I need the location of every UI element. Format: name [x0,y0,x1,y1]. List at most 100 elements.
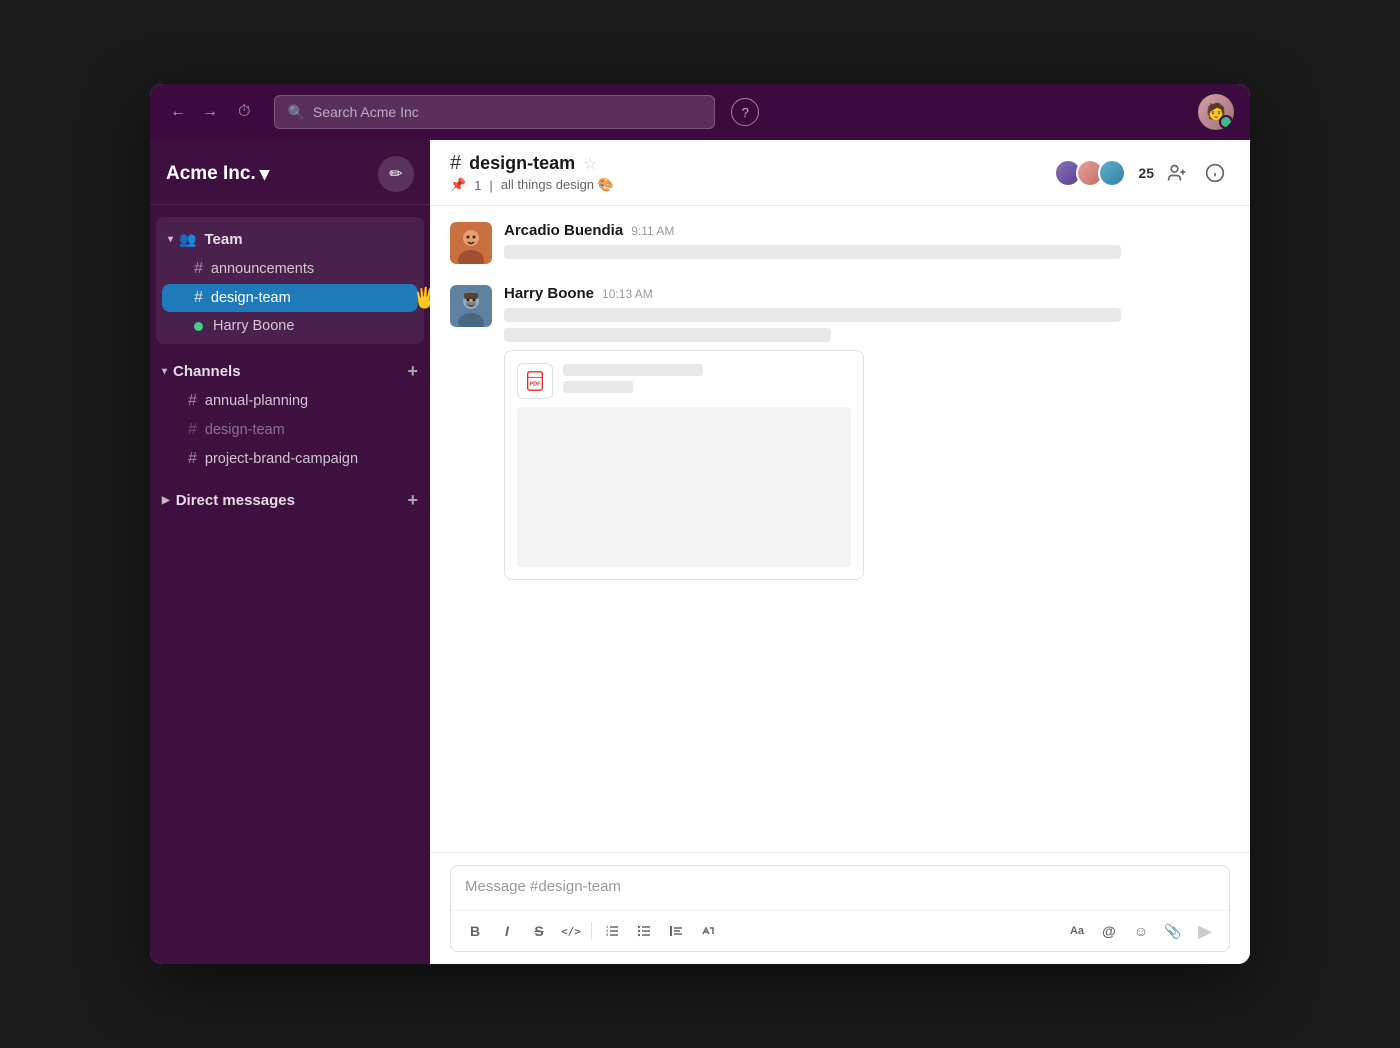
block-quote-button[interactable] [662,917,690,945]
message-input-area: Message #design-team B I S </> 1 [430,852,1250,964]
info-button[interactable] [1200,158,1230,188]
message-time-harry: 10:13 AM [602,287,653,301]
channels-section-header[interactable]: ▾ Channels + [150,356,430,386]
avatar-face: 🧑 [1198,94,1234,130]
add-channel-button[interactable]: + [407,362,418,380]
channel-label: design-team [211,290,291,306]
forward-button[interactable]: → [198,99,222,125]
message-author-harry: Harry Boone [504,285,594,302]
drag-cursor-icon: 🖐 [413,286,430,311]
add-member-button[interactable] [1162,158,1192,188]
svg-text:3: 3 [606,932,609,937]
font-size-button[interactable]: Aa [1063,917,1091,945]
message-input[interactable]: Message #design-team [451,866,1229,910]
hash-icon: # [188,421,197,439]
pin-icon: 📌 [450,177,466,193]
user-avatar[interactable]: 🧑 [1198,94,1234,130]
history-button[interactable]: ⏱ [234,99,254,125]
member-count: 25 [1138,165,1154,181]
channel-label: design-team [205,422,285,438]
compose-button[interactable]: ✏ [378,156,414,192]
message-arcadio: Arcadio Buendia 9:11 AM [450,222,1230,265]
bullet-list-button[interactable] [630,917,658,945]
meta-separator: | [489,178,492,193]
star-icon[interactable]: ☆ [583,154,597,174]
hash-icon: # [188,392,197,410]
team-chevron-icon: ▾ [168,234,173,245]
input-toolbar: B I S </> 1 2 3 [451,910,1229,951]
search-icon: 🔍 [287,104,304,121]
team-section-label: Team [204,231,242,248]
search-bar[interactable]: 🔍 [274,95,715,129]
dm-chevron-icon: ▶ [162,495,170,506]
channel-label: announcements [211,261,314,277]
channel-label: project-brand-campaign [205,451,358,467]
sidebar-item-announcements[interactable]: # announcements [162,255,418,283]
toolbar-separator-1 [591,922,592,940]
sidebar-item-project-brand[interactable]: # project-brand-campaign [156,445,424,473]
messages-list: Arcadio Buendia 9:11 AM [430,206,1250,852]
sidebar-item-design-team-channel[interactable]: # design-team [156,416,424,444]
code-button[interactable]: </> [557,917,585,945]
send-button[interactable]: ▶ [1191,917,1219,945]
channel-description: all things design 🎨 [501,177,614,193]
attach-button[interactable]: 📎 [1159,917,1187,945]
pdf-icon: PDF [517,363,553,399]
strikethrough-button[interactable]: S [525,917,553,945]
sidebar-header: Acme Inc. ▾ ✏ [150,140,430,205]
italic-button[interactable]: I [493,917,521,945]
channel-title-area: # design-team ☆ 📌 1 | all things design … [450,152,614,193]
header-right: 25 [1054,158,1230,188]
message-line-3 [504,328,831,342]
more-formatting-button[interactable] [694,917,722,945]
online-status-icon [194,322,203,331]
main-content: Acme Inc. ▾ ✏ ▾ 👥 Team # announcements [150,140,1250,964]
search-input[interactable] [313,104,702,120]
message-input-box: Message #design-team B I S </> 1 [450,865,1230,952]
message-body-arcadio: Arcadio Buendia 9:11 AM [504,222,1230,265]
sidebar-item-annual-planning[interactable]: # annual-planning [156,387,424,415]
channel-meta: 📌 1 | all things design 🎨 [450,177,614,193]
message-author-arcadio: Arcadio Buendia [504,222,623,239]
workspace-dropdown-icon: ▾ [260,163,270,186]
attachment-card: PDF [504,350,864,580]
info-icon [1205,163,1225,183]
channel-name: design-team [469,153,575,174]
channels-section-label: Channels [173,363,241,380]
dm-section-label: Direct messages [176,492,295,509]
sidebar-item-harry-boone[interactable]: Harry Boone [162,313,418,339]
message-line-1 [504,245,1121,259]
team-section: ▾ 👥 Team # announcements # design-team 🖐 [156,217,424,344]
hash-icon: # [194,289,203,307]
workspace-name[interactable]: Acme Inc. ▾ [166,163,269,186]
member-avatars [1054,159,1126,187]
app-window: ← → ⏱ 🔍 ? 🧑 Acme Inc. ▾ ✏ [150,84,1250,964]
attachment-title-line [563,364,703,376]
attachment-header: PDF [517,363,851,399]
channels-chevron-icon: ▾ [162,366,167,377]
message-harry: Harry Boone 10:13 AM [450,285,1230,580]
hash-icon: # [194,260,203,278]
top-bar: ← → ⏱ 🔍 ? 🧑 [150,84,1250,140]
team-section-header[interactable]: ▾ 👥 Team [156,225,424,254]
ordered-list-button[interactable]: 1 2 3 [598,917,626,945]
sidebar-item-design-team[interactable]: # design-team 🖐 [162,284,418,312]
message-time-arcadio: 9:11 AM [631,224,674,238]
emoji-button[interactable]: ☺ [1127,917,1155,945]
bold-button[interactable]: B [461,917,489,945]
svg-text:PDF: PDF [530,382,542,388]
nav-arrows: ← → [166,99,222,125]
message-line-2 [504,308,1121,322]
mention-button[interactable]: @ [1095,917,1123,945]
help-button[interactable]: ? [731,98,759,126]
dm-section-header[interactable]: ▶ Direct messages + [150,485,430,515]
avatar-arcadio [450,222,492,264]
message-header-arcadio: Arcadio Buendia 9:11 AM [504,222,1230,239]
back-button[interactable]: ← [166,99,190,125]
add-dm-button[interactable]: + [407,491,418,509]
attachment-subtitle-line [563,381,633,393]
channel-title: # design-team ☆ [450,152,614,175]
message-body-harry: Harry Boone 10:13 AM [504,285,1230,580]
sidebar-content: ▾ 👥 Team # announcements # design-team 🖐 [150,205,430,964]
dm-label: Harry Boone [213,318,294,334]
